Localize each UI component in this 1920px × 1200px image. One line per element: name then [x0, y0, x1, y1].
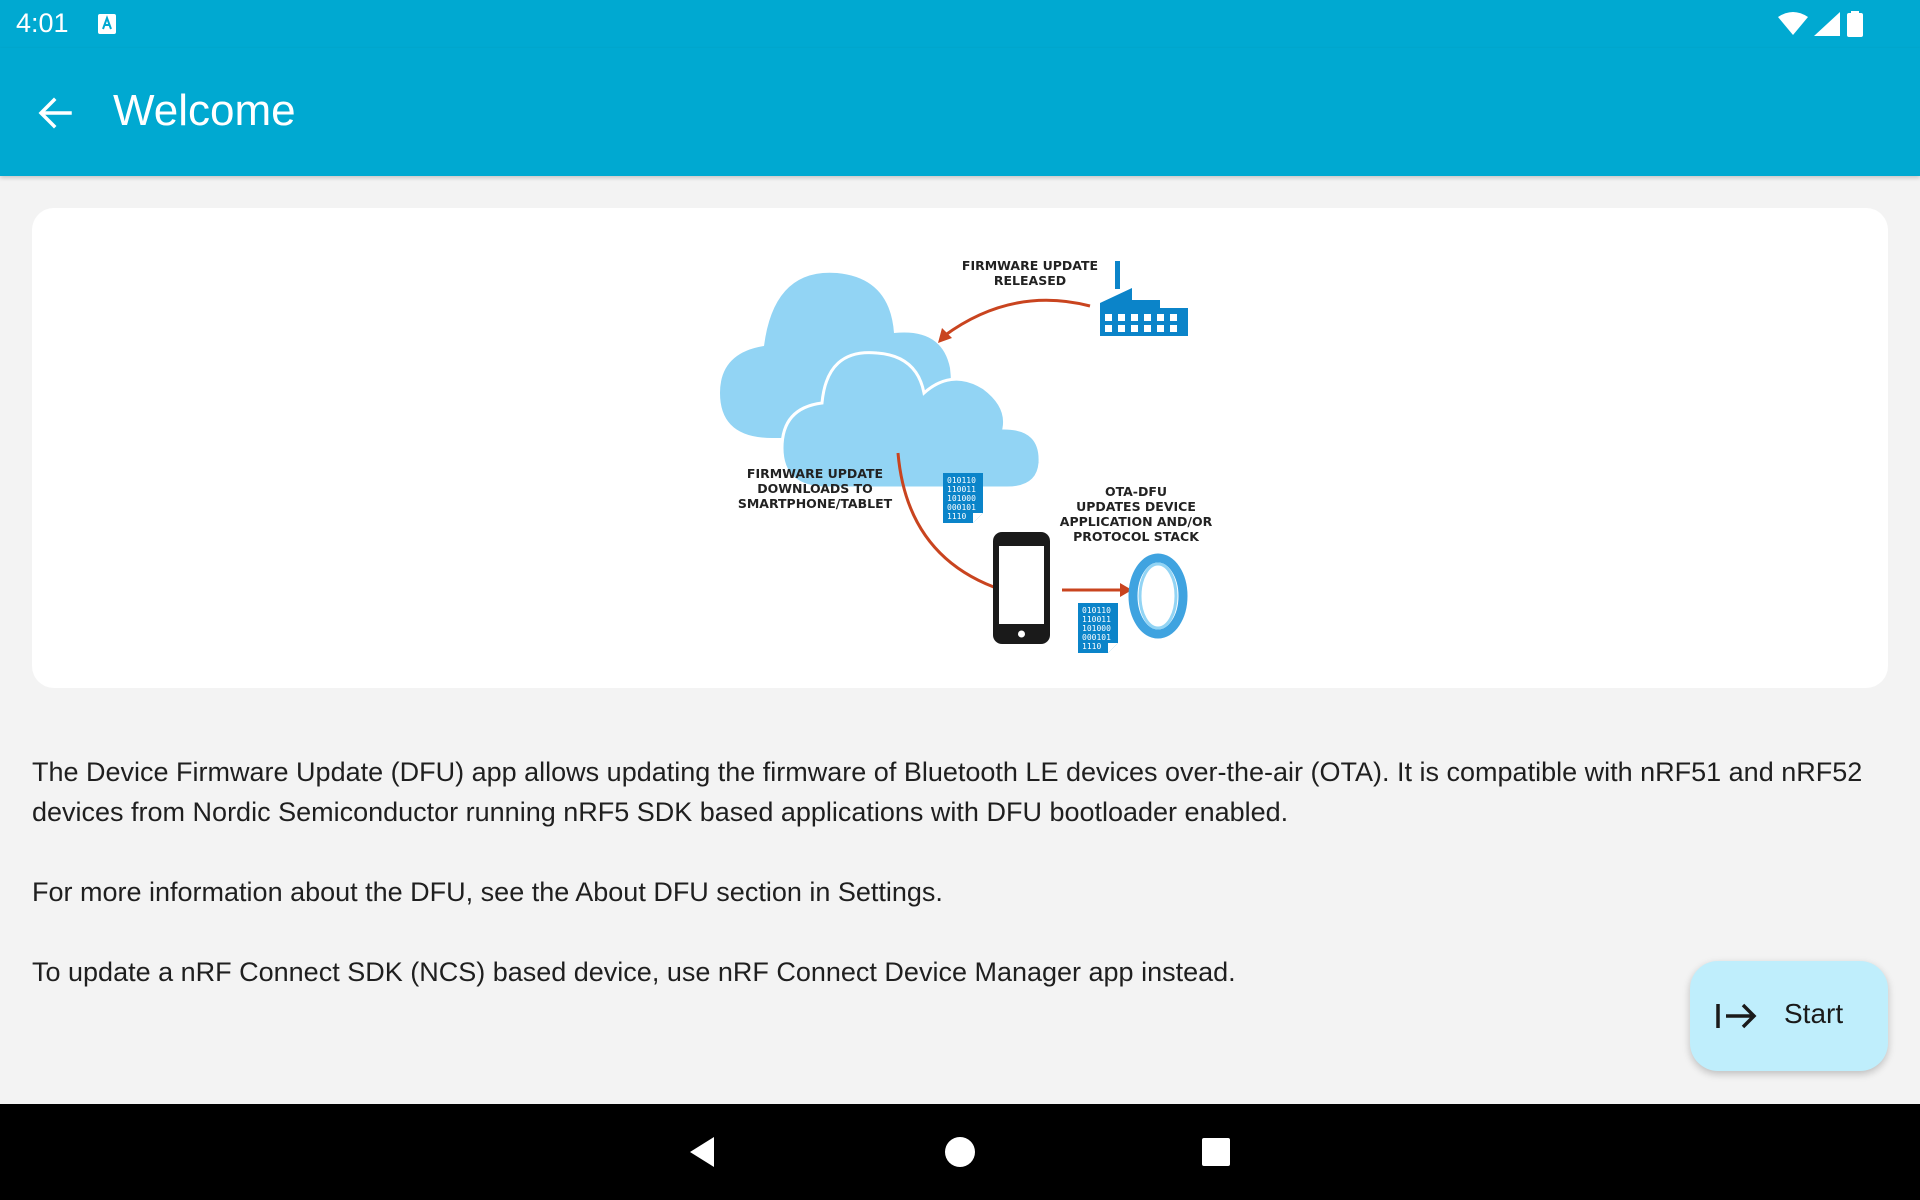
description-paragraph: To update a nRF Connect SDK (NCS) based …: [32, 957, 1236, 987]
label-release-line-2: RELEASED: [994, 273, 1066, 288]
description: The Device Firmware Update (DFU) app all…: [32, 752, 1892, 1032]
start-button[interactable]: Start: [1690, 961, 1888, 1071]
nav-home-icon: [945, 1137, 975, 1167]
label-download-line-3: SMARTPHONE/TABLET: [738, 496, 893, 511]
smartphone-icon: [993, 532, 1050, 644]
label-ota-line-3: APPLICATION AND/OR: [1060, 514, 1213, 529]
status-bar: 4:01: [0, 0, 1920, 48]
label-ota-line-1: OTA-DFU: [1105, 484, 1167, 499]
nav-recents-button[interactable]: [1190, 1126, 1242, 1178]
text-input-indicator-icon: [98, 14, 116, 34]
binary-line: 000101: [1082, 633, 1111, 642]
dfu-illustration: FIRMWARE UPDATE RELEASED FIRMWARE UPDATE…: [720, 258, 1213, 653]
binary-line: 101000: [1082, 624, 1111, 633]
nav-home-button[interactable]: [934, 1126, 986, 1178]
back-button[interactable]: [24, 88, 88, 138]
description-paragraph: For more information about the DFU, see …: [32, 877, 943, 907]
label-ota-line-2: UPDATES DEVICE: [1076, 499, 1196, 514]
page-title: Welcome: [113, 86, 296, 135]
binary-line: 1110: [947, 512, 966, 521]
label-download-line-2: DOWNLOADS TO: [757, 481, 873, 496]
binary-line: 000101: [947, 503, 976, 512]
status-time: 4:01: [16, 8, 69, 38]
nav-back-icon: [690, 1137, 714, 1167]
navigation-bar: [0, 1104, 1920, 1200]
arrow-left-icon: [38, 97, 72, 129]
cloud-icon: [720, 272, 1042, 490]
binary-line: 010110: [947, 476, 976, 485]
battery-icon: [1847, 11, 1863, 37]
label-ota-line-4: PROTOCOL STACK: [1073, 529, 1200, 544]
binary-line: 110011: [1082, 615, 1111, 624]
firmware-file-icon: 010110 110011 101000 000101 1110: [1078, 603, 1118, 653]
binary-line: 110011: [947, 485, 976, 494]
label-download-line-1: FIRMWARE UPDATE: [747, 466, 883, 481]
factory-icon: [1100, 261, 1188, 336]
start-button-label: Start: [1784, 998, 1844, 1029]
wifi-icon: [1778, 12, 1808, 35]
binary-line: 101000: [947, 494, 976, 503]
app-bar: Welcome: [0, 48, 1920, 176]
nav-back-button[interactable]: [676, 1126, 728, 1178]
status-icons: [1778, 11, 1864, 37]
illustration-card: FIRMWARE UPDATE RELEASED FIRMWARE UPDATE…: [32, 208, 1888, 688]
release-arrow: [943, 298, 1091, 338]
description-paragraph: The Device Firmware Update (DFU) app all…: [32, 757, 1863, 827]
arrow-right-to-bar-icon: [1716, 1003, 1757, 1029]
wearable-band-icon: [1128, 553, 1188, 639]
nav-recents-icon: [1202, 1138, 1230, 1166]
cell-signal-icon: [1814, 12, 1840, 36]
binary-line: 010110: [1082, 606, 1111, 615]
label-release-line-1: FIRMWARE UPDATE: [962, 258, 1098, 273]
binary-line: 1110: [1082, 642, 1101, 651]
firmware-file-icon: 010110 110011 101000 000101 1110: [943, 473, 983, 523]
